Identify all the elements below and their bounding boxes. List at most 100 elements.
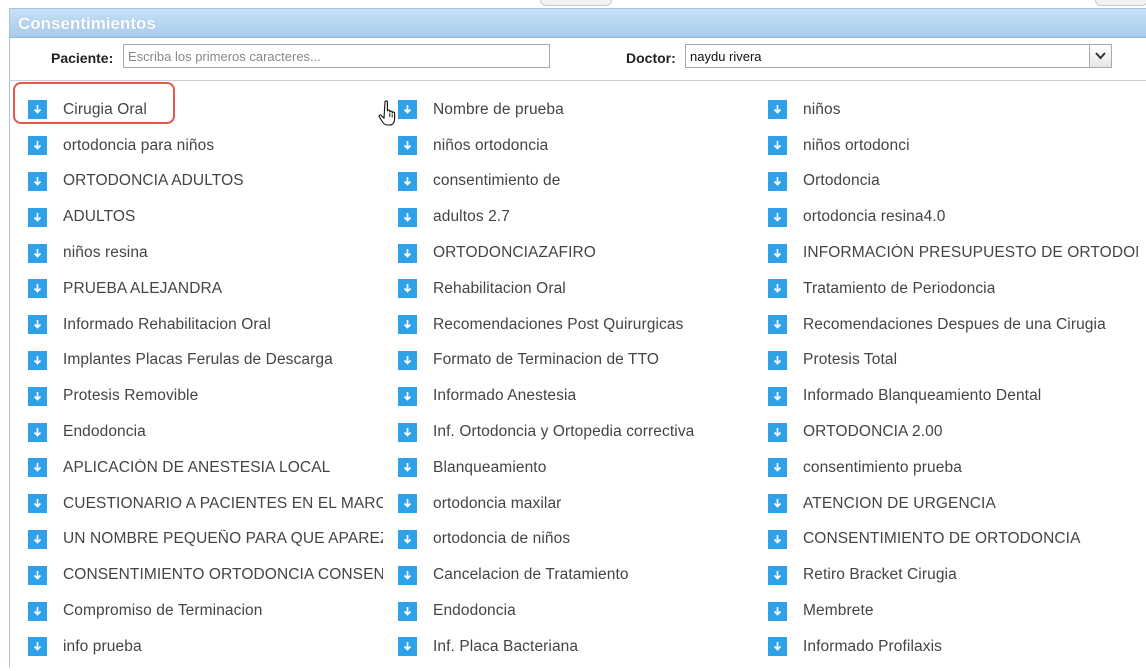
download-icon[interactable] (28, 100, 47, 120)
consent-item[interactable]: ORTODONCIA 2.00 (768, 414, 1138, 450)
consent-item[interactable]: ATENCION DE URGENCIA (768, 486, 1138, 522)
download-icon[interactable] (768, 207, 787, 227)
download-icon[interactable] (768, 422, 787, 442)
consent-item[interactable]: Informado Blanqueamiento Dental (768, 378, 1138, 414)
download-icon[interactable] (398, 136, 417, 156)
download-icon[interactable] (768, 494, 787, 514)
consent-item[interactable]: ortodoncia para niños (28, 128, 383, 164)
download-icon[interactable] (768, 529, 787, 549)
download-icon[interactable] (398, 350, 417, 370)
download-icon[interactable] (768, 100, 787, 120)
consent-item[interactable]: Protesis Total (768, 343, 1138, 379)
consent-item[interactable]: Tratamiento de Periodoncia (768, 271, 1138, 307)
consent-item[interactable]: info prueba (28, 629, 383, 665)
consent-item[interactable]: Informado Anestesia (398, 378, 748, 414)
consent-item[interactable]: Inf. Ortodoncia y Ortopedia correctiva (398, 414, 748, 450)
download-icon[interactable] (398, 601, 417, 621)
consent-item[interactable]: Informado Rehabilitacion Oral (28, 307, 383, 343)
download-icon[interactable] (768, 601, 787, 621)
consent-item[interactable]: Membrete (768, 593, 1138, 629)
download-icon[interactable] (28, 171, 47, 191)
download-icon[interactable] (28, 494, 47, 514)
download-icon[interactable] (768, 458, 787, 478)
download-icon[interactable] (28, 136, 47, 156)
consent-item[interactable]: APLICACIÓN DE ANESTESIA LOCAL (28, 450, 383, 486)
download-icon[interactable] (768, 386, 787, 406)
download-icon[interactable] (28, 279, 47, 299)
consent-item[interactable]: CUESTIONARIO A PACIENTES EN EL MARCO (28, 486, 383, 522)
download-icon[interactable] (768, 279, 787, 299)
download-icon[interactable] (398, 565, 417, 585)
download-icon[interactable] (28, 315, 47, 335)
download-icon[interactable] (28, 207, 47, 227)
download-icon[interactable] (768, 171, 787, 191)
consent-item[interactable]: Recomendaciones Post Quirurgicas (398, 307, 748, 343)
download-icon[interactable] (768, 315, 787, 335)
download-icon[interactable] (28, 386, 47, 406)
download-icon[interactable] (398, 529, 417, 549)
consent-item[interactable]: PRUEBA ALEJANDRA (28, 271, 383, 307)
download-icon[interactable] (28, 422, 47, 442)
consent-item[interactable]: niños (768, 92, 1138, 128)
consent-item[interactable]: ortodoncia de niños (398, 522, 748, 558)
download-icon[interactable] (768, 243, 787, 263)
download-icon[interactable] (28, 565, 47, 585)
consent-item[interactable]: Implantes Placas Ferulas de Descarga (28, 343, 383, 379)
download-icon[interactable] (28, 458, 47, 478)
doctor-select[interactable]: naydu rivera (685, 44, 1112, 68)
doctor-dropdown-button[interactable] (1089, 45, 1111, 67)
consent-item[interactable]: ortodoncia maxilar (398, 486, 748, 522)
consent-item[interactable]: ORTODONCIA ADULTOS (28, 164, 383, 200)
download-icon[interactable] (28, 601, 47, 621)
download-icon[interactable] (768, 637, 787, 657)
consent-item[interactable]: UN NOMBRE PEQUEÑO PARA QUE APAREZCA (28, 522, 383, 558)
download-icon[interactable] (28, 529, 47, 549)
download-icon[interactable] (398, 637, 417, 657)
consent-item[interactable]: Compromiso de Terminacion (28, 593, 383, 629)
consent-item[interactable]: Inf. Placa Bacteriana (398, 629, 748, 665)
consent-item[interactable]: niños ortodoncia (398, 128, 748, 164)
download-icon[interactable] (398, 171, 417, 191)
consent-item[interactable]: CONSENTIMIENTO ORTODONCIA CONSENTIMIENTO (28, 557, 383, 593)
top-tab[interactable] (1095, 0, 1146, 6)
download-icon[interactable] (398, 243, 417, 263)
consent-item[interactable]: Nombre de prueba (398, 92, 748, 128)
consent-item[interactable]: consentimiento prueba (768, 450, 1138, 486)
download-icon[interactable] (398, 315, 417, 335)
consent-item[interactable]: Recomendaciones Despues de una Cirugia (768, 307, 1138, 343)
consent-item[interactable]: Retiro Bracket Cirugia (768, 557, 1138, 593)
consent-item[interactable]: Cancelacion de Tratamiento (398, 557, 748, 593)
consent-item[interactable]: CONSENTIMIENTO DE ORTODONCIA (768, 522, 1138, 558)
download-icon[interactable] (398, 422, 417, 442)
download-icon[interactable] (28, 350, 47, 370)
consent-item[interactable]: ortodoncia resina4.0 (768, 199, 1138, 235)
consent-item[interactable]: INFORMACIÓN PRESUPUESTO DE ORTODONCIA (768, 235, 1138, 271)
download-icon[interactable] (398, 494, 417, 514)
download-icon[interactable] (398, 458, 417, 478)
consent-item[interactable]: Ortodoncia (768, 164, 1138, 200)
consent-item[interactable]: niños resina (28, 235, 383, 271)
consent-item[interactable]: ADULTOS (28, 199, 383, 235)
download-icon[interactable] (768, 350, 787, 370)
download-icon[interactable] (768, 565, 787, 585)
consent-item[interactable]: Formato de Terminacion de TTO (398, 343, 748, 379)
download-icon[interactable] (28, 637, 47, 657)
consent-item[interactable]: Endodoncia (398, 593, 748, 629)
consent-item[interactable]: adultos 2.7 (398, 199, 748, 235)
consent-item[interactable]: Blanqueamiento (398, 450, 748, 486)
download-icon[interactable] (768, 136, 787, 156)
consent-item[interactable]: Rehabilitacion Oral (398, 271, 748, 307)
download-icon[interactable] (398, 386, 417, 406)
consent-item[interactable]: Informado Profilaxis (768, 629, 1138, 665)
download-icon[interactable] (28, 243, 47, 263)
consent-item[interactable]: niños ortodonci (768, 128, 1138, 164)
top-tab[interactable] (540, 0, 612, 6)
paciente-search-input[interactable] (123, 44, 550, 68)
consent-item[interactable]: Endodoncia (28, 414, 383, 450)
download-icon[interactable] (398, 207, 417, 227)
consent-item[interactable]: Cirugia Oral (28, 92, 383, 128)
consent-item[interactable]: ORTODONCIAZAFIRO (398, 235, 748, 271)
download-icon[interactable] (398, 100, 417, 120)
download-icon[interactable] (398, 279, 417, 299)
consent-item[interactable]: Protesis Removible (28, 378, 383, 414)
